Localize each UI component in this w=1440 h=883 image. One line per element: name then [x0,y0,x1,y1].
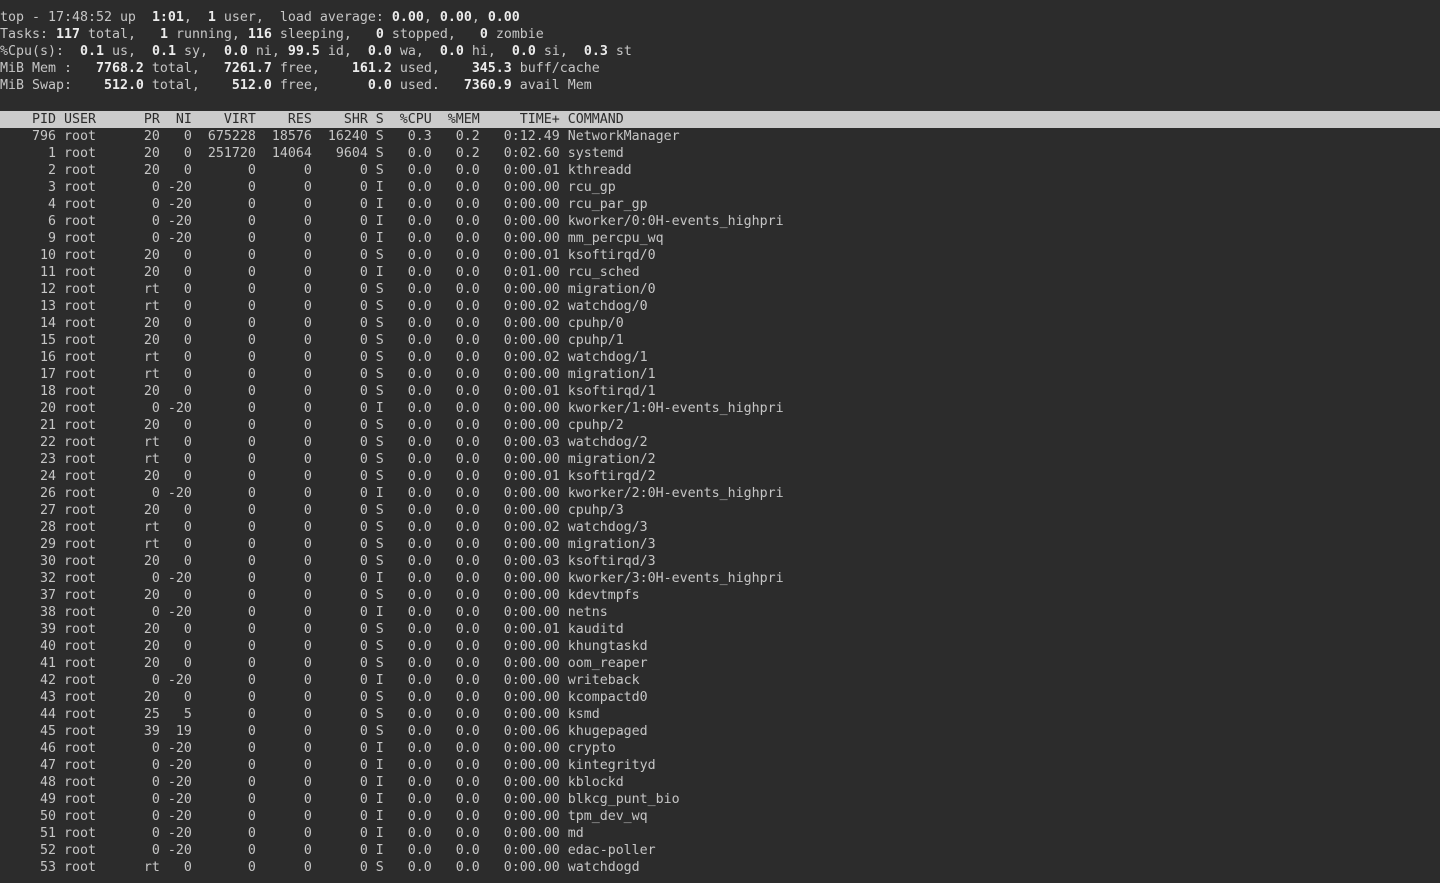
process-row: 1 root 20 0 251720 14064 9604 S 0.0 0.2 … [0,145,1440,162]
process-row: 13 root rt 0 0 0 0 S 0.0 0.0 0:00.02 wat… [0,298,1440,315]
top-summary-line: MiB Mem : 7768.2 total, 7261.7 free, 161… [0,60,1440,77]
process-row: 18 root 20 0 0 0 0 S 0.0 0.0 0:00.01 kso… [0,383,1440,400]
process-row: 39 root 20 0 0 0 0 S 0.0 0.0 0:00.01 kau… [0,621,1440,638]
process-row: 49 root 0 -20 0 0 0 I 0.0 0.0 0:00.00 bl… [0,791,1440,808]
process-row: 38 root 0 -20 0 0 0 I 0.0 0.0 0:00.00 ne… [0,604,1440,621]
process-row: 22 root rt 0 0 0 0 S 0.0 0.0 0:00.03 wat… [0,434,1440,451]
process-row: 796 root 20 0 675228 18576 16240 S 0.3 0… [0,128,1440,145]
process-row: 23 root rt 0 0 0 0 S 0.0 0.0 0:00.00 mig… [0,451,1440,468]
process-row: 2 root 20 0 0 0 0 S 0.0 0.0 0:00.01 kthr… [0,162,1440,179]
process-row: 41 root 20 0 0 0 0 S 0.0 0.0 0:00.00 oom… [0,655,1440,672]
process-row: 42 root 0 -20 0 0 0 I 0.0 0.0 0:00.00 wr… [0,672,1440,689]
process-row: 45 root 39 19 0 0 0 S 0.0 0.0 0:00.06 kh… [0,723,1440,740]
process-row: 53 root rt 0 0 0 0 S 0.0 0.0 0:00.00 wat… [0,859,1440,876]
process-row: 24 root 20 0 0 0 0 S 0.0 0.0 0:00.01 kso… [0,468,1440,485]
top-summary-line: MiB Swap: 512.0 total, 512.0 free, 0.0 u… [0,77,1440,94]
process-row: 30 root 20 0 0 0 0 S 0.0 0.0 0:00.03 kso… [0,553,1440,570]
process-row: 43 root 20 0 0 0 0 S 0.0 0.0 0:00.00 kco… [0,689,1440,706]
top-summary-line: top - 17:48:52 up 1:01, 1 user, load ave… [0,9,1440,26]
process-row: 40 root 20 0 0 0 0 S 0.0 0.0 0:00.00 khu… [0,638,1440,655]
process-row: 50 root 0 -20 0 0 0 I 0.0 0.0 0:00.00 tp… [0,808,1440,825]
process-row: 46 root 0 -20 0 0 0 I 0.0 0.0 0:00.00 cr… [0,740,1440,757]
process-row: 51 root 0 -20 0 0 0 I 0.0 0.0 0:00.00 md [0,825,1440,842]
process-row: 4 root 0 -20 0 0 0 I 0.0 0.0 0:00.00 rcu… [0,196,1440,213]
process-row: 10 root 20 0 0 0 0 S 0.0 0.0 0:00.01 kso… [0,247,1440,264]
process-row: 15 root 20 0 0 0 0 S 0.0 0.0 0:00.00 cpu… [0,332,1440,349]
process-row: 9 root 0 -20 0 0 0 I 0.0 0.0 0:00.00 mm_… [0,230,1440,247]
process-row: 27 root 20 0 0 0 0 S 0.0 0.0 0:00.00 cpu… [0,502,1440,519]
process-row: 26 root 0 -20 0 0 0 I 0.0 0.0 0:00.00 kw… [0,485,1440,502]
process-row: 11 root 20 0 0 0 0 I 0.0 0.0 0:01.00 rcu… [0,264,1440,281]
process-header-row: PID USER PR NI VIRT RES SHR S %CPU %MEM … [0,111,1440,128]
top-summary-line: Tasks: 117 total, 1 running, 116 sleepin… [0,26,1440,43]
process-row: 17 root rt 0 0 0 0 S 0.0 0.0 0:00.00 mig… [0,366,1440,383]
process-row: 44 root 25 5 0 0 0 S 0.0 0.0 0:00.00 ksm… [0,706,1440,723]
summary-table-gap [0,94,1440,111]
process-row: 52 root 0 -20 0 0 0 I 0.0 0.0 0:00.00 ed… [0,842,1440,859]
process-row: 6 root 0 -20 0 0 0 I 0.0 0.0 0:00.00 kwo… [0,213,1440,230]
process-row: 37 root 20 0 0 0 0 S 0.0 0.0 0:00.00 kde… [0,587,1440,604]
process-row: 12 root rt 0 0 0 0 S 0.0 0.0 0:00.00 mig… [0,281,1440,298]
process-row: 28 root rt 0 0 0 0 S 0.0 0.0 0:00.02 wat… [0,519,1440,536]
terminal-screen[interactable]: top - 17:48:52 up 1:01, 1 user, load ave… [0,0,1440,883]
top-summary-line: %Cpu(s): 0.1 us, 0.1 sy, 0.0 ni, 99.5 id… [0,43,1440,60]
process-row: 3 root 0 -20 0 0 0 I 0.0 0.0 0:00.00 rcu… [0,179,1440,196]
process-list: 796 root 20 0 675228 18576 16240 S 0.3 0… [0,128,1440,876]
process-row: 29 root rt 0 0 0 0 S 0.0 0.0 0:00.00 mig… [0,536,1440,553]
process-row: 21 root 20 0 0 0 0 S 0.0 0.0 0:00.00 cpu… [0,417,1440,434]
process-row: 32 root 0 -20 0 0 0 I 0.0 0.0 0:00.00 kw… [0,570,1440,587]
process-row: 47 root 0 -20 0 0 0 I 0.0 0.0 0:00.00 ki… [0,757,1440,774]
process-row: 16 root rt 0 0 0 0 S 0.0 0.0 0:00.02 wat… [0,349,1440,366]
top-summary: top - 17:48:52 up 1:01, 1 user, load ave… [0,9,1440,94]
process-row: 48 root 0 -20 0 0 0 I 0.0 0.0 0:00.00 kb… [0,774,1440,791]
process-row: 20 root 0 -20 0 0 0 I 0.0 0.0 0:00.00 kw… [0,400,1440,417]
process-row: 14 root 20 0 0 0 0 S 0.0 0.0 0:00.00 cpu… [0,315,1440,332]
